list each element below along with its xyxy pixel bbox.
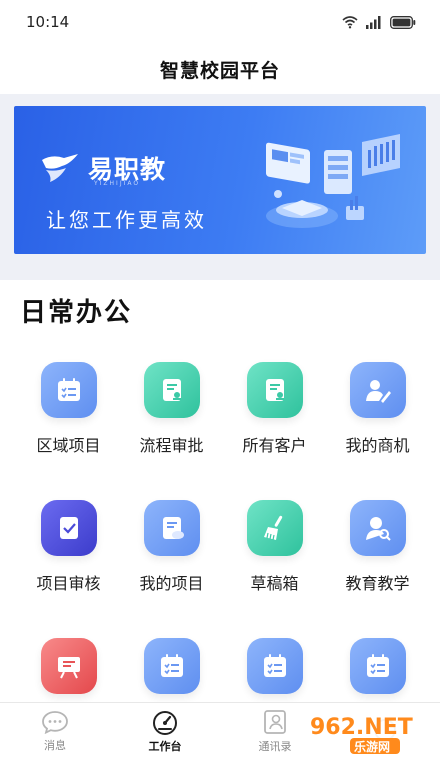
status-time: 10:14	[26, 13, 70, 31]
nav-header: 智慧校园平台	[0, 44, 440, 94]
document-cloud-icon	[143, 500, 200, 556]
grid-item-label: 我的商机	[345, 436, 410, 455]
grid-item-my-opportunities[interactable]: 我的商机	[326, 352, 429, 490]
brand-logo-icon	[42, 154, 78, 182]
tab-messages[interactable]: 消息	[0, 703, 110, 760]
user-edit-icon	[349, 362, 406, 418]
grid-item-project-review[interactable]: 项目审核	[17, 490, 120, 628]
page-title: 智慧校园平台	[159, 59, 280, 82]
tab-workbench[interactable]: 工作台	[110, 703, 220, 760]
review-check-icon	[40, 500, 97, 556]
grid-item-education-teaching[interactable]: 教育教学	[326, 490, 429, 628]
document-stamp-icon	[246, 362, 303, 418]
grid-item-drafts[interactable]: 草稿箱	[223, 490, 326, 628]
document-stamp-icon	[143, 362, 200, 418]
brand-subtitle: YIZHIJIAO	[94, 180, 141, 187]
dashboard-gauge-icon	[153, 711, 177, 735]
grid-item-regional-projects[interactable]: 区域项目	[17, 352, 120, 490]
teacher-search-icon	[349, 500, 406, 556]
grid-item-all-customers[interactable]: 所有客户	[223, 352, 326, 490]
calendar-list-icon	[246, 638, 303, 694]
chat-bubble-icon	[42, 711, 68, 734]
grid-item-label: 项目审核	[36, 574, 101, 593]
section-title: 日常办公	[20, 298, 133, 328]
calendar-list-icon	[40, 362, 97, 418]
grid-item-label: 我的项目	[139, 574, 204, 593]
tab-label: 工作台	[148, 740, 182, 753]
grid-item-process-approval[interactable]: 流程审批	[120, 352, 223, 490]
watermark-sub: 乐游网	[354, 739, 390, 754]
dashboard-illustration-icon	[266, 134, 400, 228]
calendar-list-icon	[349, 638, 406, 694]
calendar-list-icon	[143, 638, 200, 694]
signal-icon	[366, 15, 381, 29]
wifi-icon	[342, 16, 358, 29]
site-watermark-logo: 962.NET 乐游网	[304, 712, 413, 754]
grid-item-label: 草稿箱	[250, 574, 299, 593]
grid-item-my-projects[interactable]: 我的项目	[120, 490, 223, 628]
function-grid: 区域项目 流程审批 所有客户 我的商机 项目审核 我的项目 草稿箱 教育教学	[0, 352, 440, 760]
contacts-icon	[264, 710, 286, 734]
banner-slogan: 让您工作更高效	[46, 208, 207, 232]
grid-item-label: 教育教学	[345, 574, 410, 593]
grid-item-label: 区域项目	[36, 436, 101, 455]
watermark-text: 962.NET	[310, 715, 413, 740]
tab-label: 消息	[44, 739, 66, 752]
tab-label: 通讯录	[258, 740, 292, 753]
promo-banner[interactable]: 易职教 YIZHIJIAO 让您工作更高效	[14, 106, 426, 254]
battery-icon	[390, 15, 416, 29]
status-icons	[342, 15, 416, 29]
status-bar: 10:14	[0, 0, 440, 44]
banner-area: 易职教 YIZHIJIAO 让您工作更高效	[0, 94, 440, 280]
grid-item-label: 所有客户	[242, 436, 307, 455]
presentation-board-icon	[40, 638, 97, 694]
grid-item-label: 流程审批	[139, 436, 204, 455]
broom-icon	[246, 500, 303, 556]
